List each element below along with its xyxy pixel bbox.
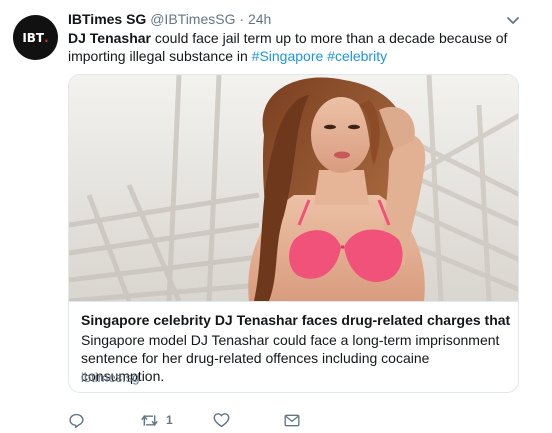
tweet[interactable]: IBT. IBTimes SG @IBTimesSG · 24h DJ Tena…	[0, 0, 552, 433]
card-domain: ibtimes.sg	[81, 370, 140, 385]
card-body[interactable]: Singapore celebrity DJ Tenashar faces dr…	[69, 301, 518, 392]
tweet-header: IBTimes SG @IBTimesSG · 24h	[68, 10, 271, 28]
avatar-logo-text: IBT	[22, 30, 45, 45]
direct-message-button[interactable]	[284, 410, 300, 430]
link-card[interactable]: Singapore celebrity DJ Tenashar faces dr…	[68, 74, 519, 393]
avatar[interactable]: IBT.	[13, 15, 58, 60]
retweet-count: 1	[166, 413, 173, 427]
hashtag-celebrity[interactable]: #celebrity	[327, 48, 387, 64]
avatar-logo-dot: .	[44, 30, 49, 45]
reply-icon	[69, 413, 84, 428]
reply-button[interactable]	[68, 410, 85, 430]
author-name[interactable]: IBTimes SG	[68, 11, 146, 27]
tweet-text: DJ Tenashar could face jail term up to m…	[68, 29, 538, 65]
tweet-mention: DJ Tenashar	[68, 30, 151, 46]
card-title[interactable]: Singapore celebrity DJ Tenashar faces dr…	[81, 311, 511, 329]
card-description: Singapore model DJ Tenashar could face a…	[81, 332, 500, 384]
like-button[interactable]	[213, 410, 230, 430]
retweet-button[interactable]: 1	[140, 410, 173, 430]
card-photo[interactable]	[69, 75, 519, 301]
chevron-down-icon[interactable]	[506, 16, 520, 26]
retweet-icon	[141, 414, 158, 426]
envelope-icon	[284, 414, 300, 426]
timestamp[interactable]: 24h	[248, 11, 271, 27]
author-handle[interactable]: @IBTimesSG	[150, 11, 235, 27]
heart-icon	[213, 413, 230, 428]
tweet-actions: 1	[68, 410, 528, 430]
header-separator: ·	[239, 11, 245, 27]
hashtag-singapore[interactable]: #Singapore	[252, 48, 324, 64]
